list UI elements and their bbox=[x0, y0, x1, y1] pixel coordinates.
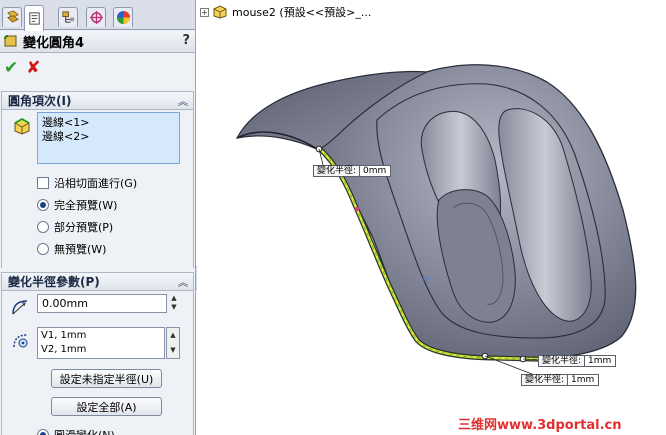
property-manager-tab[interactable] bbox=[24, 5, 44, 31]
dimxpert-tab[interactable] bbox=[86, 7, 106, 27]
tangent-propagation-label: 沿相切面進行(G) bbox=[54, 177, 138, 190]
dimxpert-icon bbox=[89, 10, 103, 25]
vertex-list[interactable]: V1, 1mm V2, 1mm bbox=[37, 327, 165, 359]
display-manager-tab[interactable] bbox=[113, 7, 133, 27]
expand-toggle-icon[interactable]: + bbox=[200, 7, 209, 17]
radio-dot[interactable] bbox=[37, 243, 49, 255]
feature-tree-root[interactable]: + mouse2 (預設<<預設>_... bbox=[200, 4, 371, 20]
set-unassigned-button[interactable]: 設定未指定半徑(U) bbox=[51, 369, 162, 388]
solidworks-window: 變化圓角4 ? ✔ ✘ 圓角項次(I) ︽ 邊線<1> 邊線<2> 沿相切面進行… bbox=[0, 0, 666, 435]
list-item[interactable]: V1, 1mm bbox=[41, 329, 161, 343]
callout-label: 變化半徑: bbox=[539, 356, 586, 366]
partial-preview-radio[interactable]: 部分預覽(P) bbox=[37, 219, 113, 235]
edge-selection-list[interactable]: 邊線<1> 邊線<2> bbox=[37, 112, 180, 164]
feature-title-bar: 變化圓角4 ? bbox=[0, 31, 195, 53]
radius-callout-v1[interactable]: 變化半徑: 0mm bbox=[313, 165, 392, 177]
smooth-transition-label: 圓滑變化(N) bbox=[54, 427, 115, 435]
configuration-manager-tab[interactable] bbox=[58, 7, 78, 27]
list-item[interactable]: 邊線<1> bbox=[42, 116, 175, 130]
edge-selection-icon bbox=[14, 117, 30, 135]
display-manager-icon bbox=[116, 10, 130, 25]
variable-radius-group-header[interactable]: 變化半徑參數(P) ︽ bbox=[1, 272, 194, 291]
radio-dot[interactable] bbox=[37, 199, 49, 211]
control-point[interactable] bbox=[354, 206, 360, 212]
property-manager-panel: 變化圓角4 ? ✔ ✘ 圓角項次(I) ︽ 邊線<1> 邊線<2> 沿相切面進行… bbox=[0, 0, 196, 435]
vertex-list-scrollbar[interactable]: ▲ ▼ bbox=[166, 327, 180, 359]
configuration-manager-icon bbox=[61, 11, 74, 23]
radius-icon bbox=[12, 300, 28, 315]
feature-manager-icon bbox=[6, 10, 19, 23]
callout-label: 變化半徑: bbox=[314, 166, 361, 176]
radius-callout-v3[interactable]: 變化半徑: 1mm bbox=[521, 374, 600, 386]
radius-input[interactable]: 0.00mm bbox=[37, 294, 167, 313]
collapse-chevron-icon[interactable]: ︽ bbox=[178, 93, 188, 108]
radio-dot[interactable] bbox=[37, 221, 49, 233]
no-preview-radio[interactable]: 無預覽(W) bbox=[37, 241, 106, 257]
set-all-button[interactable]: 設定全部(A) bbox=[51, 397, 162, 416]
feature-title: 變化圓角4 bbox=[23, 36, 85, 51]
part-name-label: mouse2 (預設<<預設>_... bbox=[232, 6, 372, 19]
feature-manager-tab[interactable] bbox=[2, 7, 22, 27]
variable-fillet-icon bbox=[4, 34, 17, 46]
fillet-items-group-header[interactable]: 圓角項次(I) ︽ bbox=[1, 91, 194, 110]
radio-dot[interactable] bbox=[37, 429, 49, 435]
vertex-list-icon bbox=[13, 334, 28, 348]
confirm-row: ✔ ✘ bbox=[4, 59, 41, 79]
manager-tab-bar bbox=[0, 0, 195, 31]
cancel-button[interactable]: ✘ bbox=[26, 59, 40, 79]
list-item[interactable]: V2, 1mm bbox=[41, 343, 161, 357]
smooth-transition-radio[interactable]: 圓滑變化(N) bbox=[37, 427, 115, 435]
callout-value[interactable]: 0mm bbox=[360, 166, 390, 176]
collapse-chevron-icon[interactable]: ︽ bbox=[178, 274, 188, 289]
full-preview-label: 完全預覽(W) bbox=[54, 199, 118, 212]
help-button[interactable]: ? bbox=[182, 33, 190, 48]
variable-radius-title: 變化半徑參數(P) bbox=[8, 275, 100, 289]
no-preview-label: 無預覽(W) bbox=[54, 243, 107, 256]
mouse-model-view[interactable] bbox=[197, 0, 666, 435]
callout-label: 變化半徑: bbox=[522, 375, 569, 385]
property-manager-icon bbox=[28, 12, 40, 25]
full-preview-radio[interactable]: 完全預覽(W) bbox=[37, 197, 117, 213]
partial-preview-label: 部分預覽(P) bbox=[54, 221, 114, 234]
list-item[interactable]: 邊線<2> bbox=[42, 130, 175, 144]
ok-button[interactable]: ✔ bbox=[4, 59, 18, 79]
callout-value[interactable]: 1mm bbox=[585, 356, 615, 366]
checkbox-box[interactable] bbox=[37, 177, 49, 189]
graphics-area[interactable]: + mouse2 (預設<<預設>_... 變化半徑: 0mm 變化半徑: 1m… bbox=[197, 0, 666, 435]
part-icon bbox=[213, 5, 227, 19]
fillet-items-title: 圓角項次(I) bbox=[8, 94, 72, 108]
radius-spinner[interactable]: ▲ ▼ bbox=[168, 294, 180, 313]
site-watermark: 三维网www.3dportal.cn bbox=[458, 418, 622, 433]
radius-callout-v2[interactable]: 變化半徑: 1mm bbox=[538, 355, 617, 367]
tangent-propagation-checkbox[interactable]: 沿相切面進行(G) bbox=[37, 175, 137, 191]
callout-value[interactable]: 1mm bbox=[568, 375, 598, 385]
